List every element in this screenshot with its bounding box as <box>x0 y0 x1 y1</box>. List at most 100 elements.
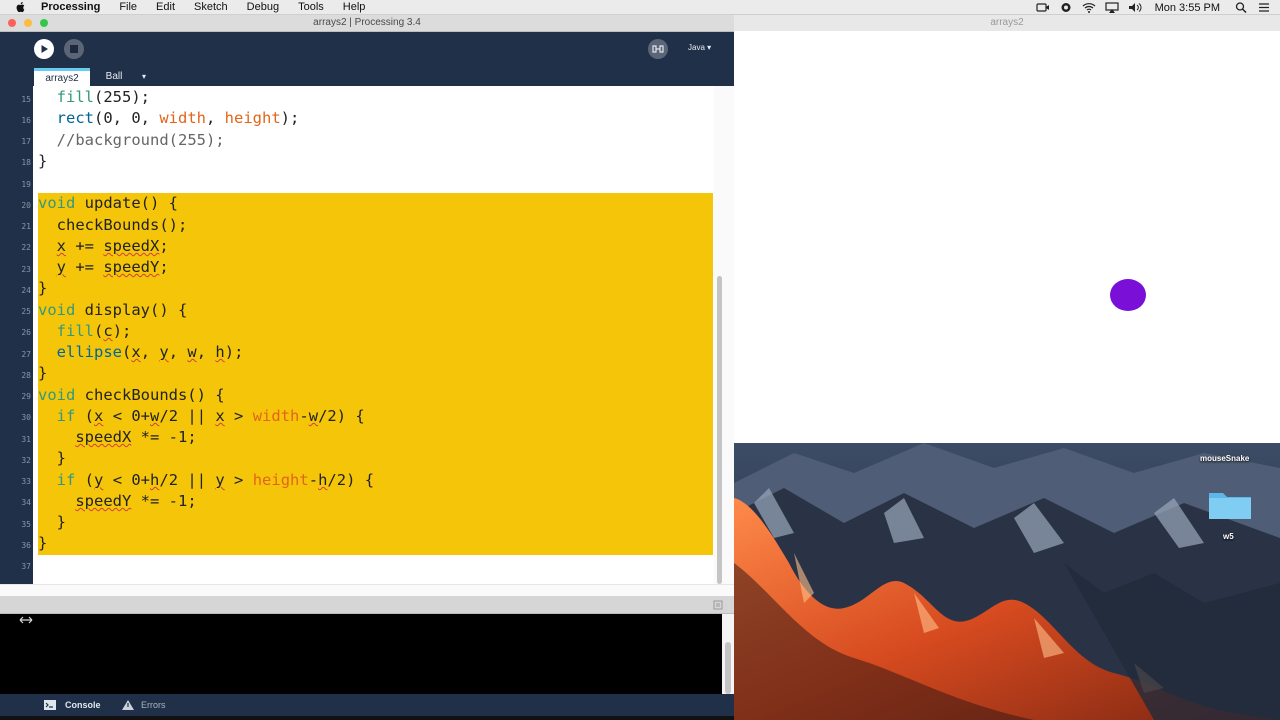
code-line[interactable]: } <box>38 363 47 384</box>
line-number: 34 <box>21 498 31 507</box>
console-tab[interactable]: Console <box>44 694 101 716</box>
code-line[interactable]: checkBounds(); <box>38 215 188 236</box>
code-line[interactable]: ellipse(x, y, w, h); <box>38 342 244 363</box>
code-line[interactable]: fill(c); <box>38 321 132 342</box>
line-number: 30 <box>21 413 31 422</box>
stop-icon <box>70 45 78 53</box>
folder-label[interactable]: w5 <box>1223 532 1234 541</box>
folder-icon[interactable] <box>1207 489 1253 521</box>
line-number: 22 <box>21 243 31 252</box>
code-line[interactable]: y += speedY; <box>38 257 169 278</box>
code-line[interactable]: //background(255); <box>38 130 225 151</box>
console-scrollbar[interactable] <box>722 614 734 694</box>
sketch-output-window[interactable]: arrays2 <box>734 15 1280 443</box>
tab-arrays2[interactable]: arrays2 <box>34 68 90 86</box>
code-line[interactable]: } <box>38 278 47 299</box>
code-text-area[interactable]: fill(255); rect(0, 0, width, height); //… <box>33 86 714 584</box>
line-number: 26 <box>21 328 31 337</box>
warning-icon <box>122 700 134 710</box>
volume-icon[interactable] <box>1128 2 1142 13</box>
minimize-window-button[interactable] <box>24 19 32 27</box>
notification-center-icon[interactable] <box>1257 2 1271 13</box>
line-number: 28 <box>21 371 31 380</box>
line-number: 36 <box>21 541 31 550</box>
mountain-wallpaper <box>734 443 1280 720</box>
scrollbar-thumb[interactable] <box>725 642 731 694</box>
code-line[interactable]: void display() { <box>38 300 187 321</box>
line-number: 17 <box>21 137 31 146</box>
play-icon <box>41 45 48 53</box>
footer-bar: Console Errors <box>0 694 734 716</box>
code-line[interactable]: void update() { <box>38 193 178 214</box>
code-line[interactable]: fill(255); <box>38 87 150 108</box>
code-line[interactable]: speedX *= -1; <box>38 427 196 448</box>
line-number: 23 <box>21 265 31 274</box>
line-number: 16 <box>21 116 31 125</box>
code-line[interactable]: } <box>38 512 66 533</box>
code-line[interactable]: if (x < 0+w/2 || x > width-w/2) { <box>38 406 365 427</box>
errors-tab[interactable]: Errors <box>122 694 166 716</box>
editor-vertical-scrollbar[interactable] <box>714 86 734 584</box>
line-number: 35 <box>21 520 31 529</box>
bouncing-ball <box>1110 279 1146 311</box>
window-title: arrays2 | Processing 3.4 <box>313 17 421 28</box>
line-number: 29 <box>21 392 31 401</box>
menu-debug[interactable]: Debug <box>247 0 279 15</box>
screen-record-icon[interactable] <box>1035 2 1050 13</box>
line-number: 33 <box>21 477 31 486</box>
line-number: 21 <box>21 222 31 231</box>
window-titlebar[interactable]: arrays2 | Processing 3.4 <box>0 15 734 32</box>
resize-cursor-icon <box>19 616 33 624</box>
menu-edit[interactable]: Edit <box>156 0 175 15</box>
code-line[interactable]: } <box>38 151 47 172</box>
code-line[interactable]: void checkBounds() { <box>38 385 225 406</box>
tab-menu-button[interactable]: ▾ <box>136 68 152 86</box>
line-number: 25 <box>21 307 31 316</box>
menu-tools[interactable]: Tools <box>298 0 324 15</box>
spotlight-search-icon[interactable] <box>1234 2 1248 13</box>
line-number: 15 <box>21 95 31 104</box>
code-line[interactable]: } <box>38 533 47 554</box>
code-editor[interactable]: 15 16 17 18 19 20 21 22 23 24 25 26 27 2… <box>0 86 734 596</box>
mode-selector[interactable]: Java ▾ <box>688 43 711 52</box>
wifi-icon[interactable] <box>1082 2 1096 13</box>
line-number-gutter: 15 16 17 18 19 20 21 22 23 24 25 26 27 2… <box>0 86 33 584</box>
sketch-window-title[interactable]: arrays2 <box>734 15 1280 31</box>
code-line[interactable]: } <box>38 448 66 469</box>
stop-button[interactable] <box>64 39 84 59</box>
menubar-clock[interactable]: Mon 3:55 PM <box>1155 2 1220 14</box>
clear-console-icon[interactable] <box>713 600 723 610</box>
menu-bar: Processing File Edit Sketch Debug Tools … <box>0 0 1280 15</box>
console-icon <box>44 700 56 710</box>
run-button[interactable] <box>34 39 54 59</box>
code-line[interactable]: if (y < 0+h/2 || y > height-h/2) { <box>38 470 374 491</box>
airplay-icon[interactable] <box>1104 2 1119 13</box>
menu-file[interactable]: File <box>119 0 137 15</box>
tab-ball[interactable]: Ball <box>94 68 134 86</box>
sketch-tabs: arrays2 Ball ▾ <box>0 66 734 86</box>
menu-sketch[interactable]: Sketch <box>194 0 228 15</box>
scrollbar-thumb[interactable] <box>717 276 722 584</box>
close-window-button[interactable] <box>8 19 16 27</box>
debugger-icon <box>652 45 664 53</box>
debug-button[interactable] <box>648 39 668 59</box>
line-number: 24 <box>21 286 31 295</box>
menu-processing[interactable]: Processing <box>41 0 100 15</box>
zoom-window-button[interactable] <box>40 19 48 27</box>
console-divider[interactable] <box>0 596 734 614</box>
ide-toolbar: Java ▾ <box>0 32 734 66</box>
code-line[interactable]: rect(0, 0, width, height); <box>38 108 300 129</box>
line-number: 18 <box>21 158 31 167</box>
code-line[interactable]: speedY *= -1; <box>38 491 196 512</box>
console-panel[interactable] <box>0 614 734 694</box>
code-line[interactable]: x += speedX; <box>38 236 169 257</box>
line-number: 19 <box>21 180 31 189</box>
window-bottom-edge <box>0 716 734 720</box>
apple-icon[interactable] <box>15 1 27 13</box>
desktop-icon-label[interactable]: mouseSnake <box>1200 454 1249 463</box>
creative-cloud-icon[interactable] <box>1059 2 1073 13</box>
line-number: 31 <box>21 435 31 444</box>
desktop-background: mouseSnake w5 <box>734 443 1280 720</box>
editor-horizontal-scrollbar[interactable] <box>0 584 734 596</box>
menu-help[interactable]: Help <box>343 0 366 15</box>
